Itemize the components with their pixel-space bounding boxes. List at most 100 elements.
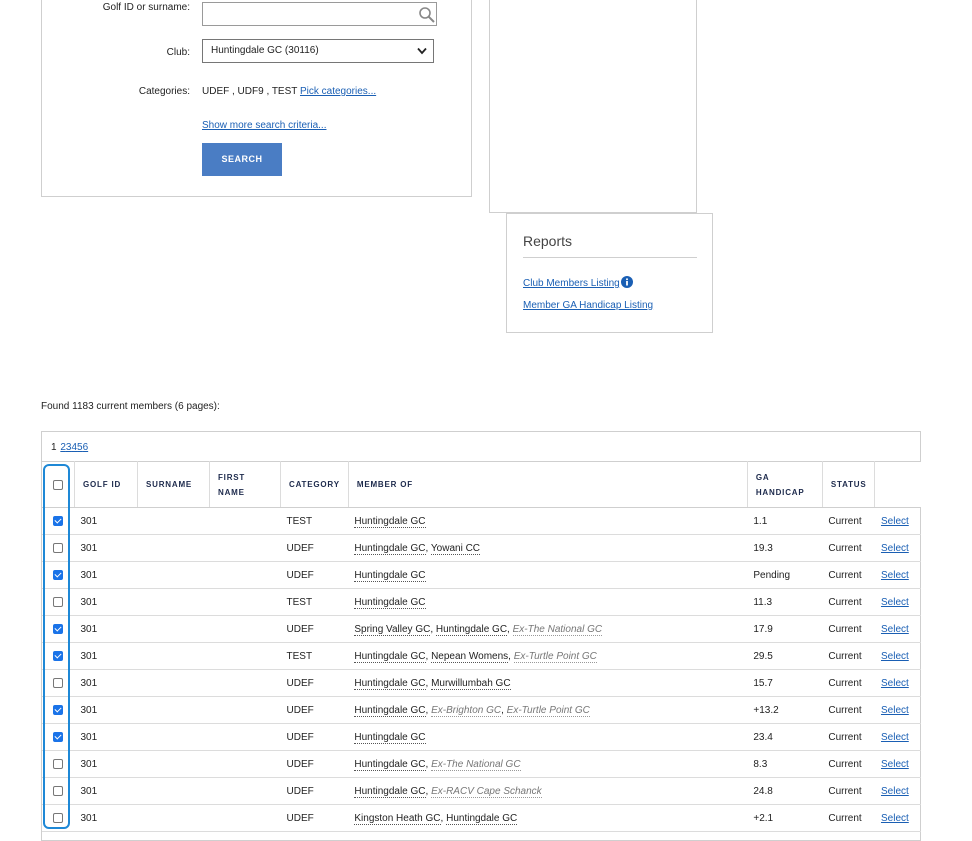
select-all-checkbox[interactable] [53, 479, 63, 490]
row-checkbox[interactable] [53, 596, 64, 607]
row-checkbox-cell [42, 561, 75, 589]
select-link[interactable]: Select [881, 678, 909, 689]
show-more-criteria-link[interactable]: Show more search criteria... [202, 120, 327, 131]
member-club[interactable]: Huntingdale GC [354, 650, 426, 663]
former-club[interactable]: Ex-The National GC [512, 623, 603, 636]
members-table: GOLF ID SURNAME FIRST NAME CATEGORY MEMB… [42, 461, 921, 832]
info-icon[interactable] [620, 276, 633, 288]
status-cell: Current [822, 534, 875, 562]
row-checkbox[interactable] [53, 569, 64, 580]
select-all-header [42, 461, 75, 508]
ga-handicap-cell: 1.1 [747, 507, 823, 535]
row-checkbox[interactable] [53, 650, 64, 661]
member-club[interactable]: Huntingdale GC [354, 785, 426, 798]
surname-cell [137, 642, 210, 670]
first-name-cell [209, 534, 281, 562]
col-member-of[interactable]: MEMBER OF [348, 461, 748, 508]
select-link[interactable]: Select [881, 786, 909, 797]
select-link[interactable]: Select [881, 705, 909, 716]
former-club[interactable]: Ex-RACV Cape Schanck [431, 785, 542, 798]
col-first-name[interactable]: FIRST NAME [209, 461, 281, 508]
select-link[interactable]: Select [881, 813, 909, 824]
row-checkbox-cell [42, 696, 75, 724]
row-checkbox[interactable] [53, 623, 64, 634]
row-checkbox[interactable] [53, 677, 64, 688]
golf-id-input[interactable] [202, 2, 437, 26]
former-club[interactable]: Ex-Brighton GC [431, 704, 502, 717]
select-link[interactable]: Select [881, 543, 909, 554]
pagination: 1 23456 [51, 442, 88, 453]
member-ga-handicap-listing-link[interactable]: Member GA Handicap Listing [523, 300, 653, 311]
row-checkbox[interactable] [53, 704, 64, 715]
member-club[interactable]: Huntingdale GC [354, 515, 426, 528]
surname-cell [137, 723, 210, 751]
select-cell: Select [874, 804, 921, 832]
results-panel: 1 23456 GOLF ID SURNAME FIRST NAME CATEG… [41, 431, 921, 841]
member-club[interactable]: Huntingdale GC [354, 677, 426, 690]
member-club[interactable]: Huntingdale GC [354, 704, 426, 717]
status-cell: Current [822, 507, 875, 535]
former-club[interactable]: Ex-The National GC [431, 758, 521, 771]
member-club[interactable]: Huntingdale GC [354, 758, 426, 771]
category-cell: UDEF [280, 534, 349, 562]
select-link[interactable]: Select [881, 732, 909, 743]
category-cell: UDEF [280, 696, 349, 724]
col-surname[interactable]: SURNAME [137, 461, 210, 508]
ga-handicap-cell: 8.3 [747, 750, 823, 778]
club-select[interactable]: Huntingdale GC (30116) [202, 39, 434, 63]
member-of-cell: Huntingdale GC, Yowani CC [348, 534, 748, 562]
member-club[interactable]: Murwillumbah GC [431, 677, 511, 690]
page-link-6[interactable]: 6 [83, 442, 89, 453]
category-cell: UDEF [280, 561, 349, 589]
former-club[interactable]: Ex-Turtle Point GC [506, 704, 590, 717]
table-row: 301 UDEF Huntingdale GC, Ex-Brighton GC, E… [42, 696, 921, 724]
first-name-cell [209, 804, 281, 832]
select-link[interactable]: Select [881, 516, 909, 527]
select-link[interactable]: Select [881, 759, 909, 770]
col-golf-id[interactable]: GOLF ID [74, 461, 138, 508]
search-icon[interactable] [418, 6, 436, 24]
category-cell: TEST [280, 588, 349, 616]
member-club[interactable]: Spring Valley GC [354, 623, 431, 636]
ga-handicap-cell: +13.2 [747, 696, 823, 724]
col-category[interactable]: CATEGORY [280, 461, 349, 508]
select-link[interactable]: Select [881, 624, 909, 635]
row-checkbox[interactable] [53, 758, 64, 769]
ga-handicap-cell: 15.7 [747, 669, 823, 697]
former-club[interactable]: Ex-Turtle Point GC [513, 650, 597, 663]
reports-title: Reports [523, 233, 573, 249]
select-link[interactable]: Select [881, 597, 909, 608]
col-ga-handicap[interactable]: GA HANDICAP [747, 461, 823, 508]
member-club[interactable]: Huntingdale GC [435, 623, 508, 636]
status-cell: Current [822, 615, 875, 643]
row-checkbox[interactable] [53, 515, 64, 526]
row-checkbox-cell [42, 723, 75, 751]
member-club[interactable]: Huntingdale GC [354, 542, 426, 555]
first-name-cell [209, 750, 281, 778]
row-checkbox[interactable] [53, 812, 64, 823]
row-checkbox[interactable] [53, 785, 64, 796]
pick-categories-link[interactable]: Pick categories... [300, 86, 376, 97]
select-link[interactable]: Select [881, 570, 909, 581]
reports-panel: Reports Club Members Listing Member GA H… [506, 213, 713, 333]
col-status[interactable]: STATUS [822, 461, 876, 508]
select-link[interactable]: Select [881, 651, 909, 662]
select-cell: Select [874, 696, 921, 724]
member-of-cell: Huntingdale GC, Ex-The National GC [348, 750, 748, 778]
club-label: Club: [166, 47, 190, 58]
golf-id-cell: 301 [74, 561, 138, 589]
row-checkbox[interactable] [53, 731, 64, 742]
member-club[interactable]: Huntingdale GC [446, 812, 518, 825]
row-checkbox[interactable] [53, 542, 64, 553]
member-club[interactable]: Kingston Heath GC [354, 812, 441, 825]
table-body: 301 TEST Huntingdale GC 1.1 Current Select 301… [42, 507, 921, 832]
member-club[interactable]: Huntingdale GC [354, 731, 426, 744]
surname-cell [137, 804, 210, 832]
member-club[interactable]: Nepean Womens [431, 650, 509, 663]
club-members-listing-link[interactable]: Club Members Listing [523, 278, 620, 289]
member-club[interactable]: Yowani CC [430, 542, 481, 555]
member-club[interactable]: Huntingdale GC [354, 596, 426, 609]
ga-handicap-cell: 17.9 [747, 615, 823, 643]
member-club[interactable]: Huntingdale GC [354, 569, 426, 582]
search-button[interactable]: SEARCH [202, 143, 282, 176]
